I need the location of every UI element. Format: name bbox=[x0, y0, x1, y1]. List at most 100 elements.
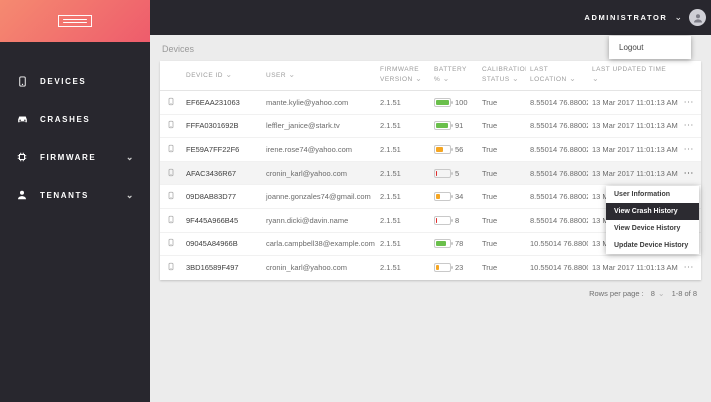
sidebar-item-label: FIRMWARE bbox=[40, 152, 97, 162]
battery-value: 34 bbox=[455, 192, 464, 202]
crashes-icon bbox=[15, 113, 29, 126]
sidebar-item-firmware[interactable]: FIRMWARE ⌄ bbox=[0, 138, 150, 176]
table-row[interactable]: EF6EAA231063 mante.kylie@yahoo.com 2.1.5… bbox=[160, 91, 701, 115]
row-actions-icon[interactable]: ⋯ bbox=[684, 120, 695, 131]
user-menu-button[interactable]: ADMINISTRATOR ⌄ bbox=[584, 9, 706, 26]
row-actions-icon[interactable]: ⋯ bbox=[684, 168, 695, 179]
rows-per-page-label: Rows per page : bbox=[589, 288, 644, 298]
table-row[interactable]: FFFA0301692B leffler_janice@stark.tv 2.1… bbox=[160, 115, 701, 139]
user-email: irene.rose74@yahoo.com bbox=[266, 144, 352, 154]
column-header-updated[interactable]: LAST UPDATED TIME ⌄ bbox=[588, 66, 678, 86]
table-header-row: DEVICE ID ⌄ USER ⌄ FIRMWARE VERSION ⌄ BA… bbox=[160, 61, 701, 91]
row-actions-icon[interactable]: ⋯ bbox=[684, 97, 695, 108]
device-id: EF6EAA231063 bbox=[186, 97, 240, 107]
firmware-version: 2.1.51 bbox=[380, 97, 401, 107]
logo-mark-icon bbox=[58, 15, 92, 27]
device-icon bbox=[167, 167, 175, 180]
devices-icon bbox=[15, 75, 29, 88]
tenants-icon bbox=[15, 189, 29, 201]
avatar[interactable] bbox=[689, 9, 706, 26]
user-email: cronin_karl@yahoo.com bbox=[266, 168, 347, 178]
sidebar-item-label: CRASHES bbox=[40, 114, 91, 124]
battery-value: 5 bbox=[455, 168, 460, 178]
context-menu-item-update-device-history[interactable]: Update Device History bbox=[606, 237, 699, 254]
battery-value: 91 bbox=[455, 121, 464, 131]
device-icon bbox=[167, 237, 175, 250]
context-menu-item-view-device-history[interactable]: View Device History bbox=[606, 220, 699, 237]
battery-icon bbox=[434, 121, 453, 131]
row-actions-icon[interactable]: ⋯ bbox=[684, 144, 695, 155]
calibration-status: True bbox=[482, 239, 498, 249]
column-header-location[interactable]: LAST LOCATION ⌄ bbox=[526, 66, 588, 86]
sidebar-item-label: DEVICES bbox=[40, 76, 87, 86]
pagination-range: 1-8 of 8 bbox=[671, 288, 697, 298]
calibration-status: True bbox=[482, 215, 498, 225]
rows-per-page-value: 8 bbox=[650, 288, 655, 298]
battery-value: 56 bbox=[455, 144, 464, 154]
rows-per-page-select[interactable]: 8 ⌄ bbox=[651, 289, 665, 298]
user-email: carla.campbell38@example.com bbox=[266, 239, 375, 249]
context-menu-item-view-crash-history[interactable]: View Crash History bbox=[606, 203, 699, 220]
battery-icon bbox=[434, 192, 453, 202]
sort-icon: ⌄ bbox=[442, 74, 450, 84]
device-id: FE59A7FF22F6 bbox=[186, 144, 240, 154]
device-id: 09045A84966B bbox=[186, 239, 238, 249]
user-email: joanne.gonzales74@gmail.com bbox=[266, 192, 371, 202]
user-email: leffler_janice@stark.tv bbox=[266, 121, 340, 131]
context-menu-item-user-information[interactable]: User Information bbox=[606, 186, 699, 203]
device-icon bbox=[167, 119, 175, 132]
sort-icon: ⌄ bbox=[225, 70, 233, 80]
battery-value: 78 bbox=[455, 239, 464, 249]
sidebar-nav: DEVICES CRASHES FIRMWARE ⌄ TENANTS ⌄ bbox=[0, 42, 150, 214]
last-location: 10.55014 76.88002 bbox=[530, 239, 588, 249]
column-header-battery[interactable]: BATTERY % ⌄ bbox=[430, 66, 478, 86]
firmware-icon bbox=[15, 151, 29, 163]
sidebar-item-crashes[interactable]: CRASHES bbox=[0, 100, 150, 138]
chevron-down-icon: ⌄ bbox=[674, 12, 682, 22]
last-location: 8.55014 76.88002 bbox=[530, 121, 588, 131]
column-header-user[interactable]: USER ⌄ bbox=[262, 70, 376, 81]
column-header-firmware[interactable]: FIRMWARE VERSION ⌄ bbox=[376, 66, 430, 86]
battery-value: 8 bbox=[455, 215, 460, 225]
device-id: 3BD16589F497 bbox=[186, 263, 239, 273]
last-updated-time: 13 Mar 2017 11:01:13 AM bbox=[592, 168, 678, 178]
last-updated-time: 13 Mar 2017 11:01:13 AM bbox=[592, 263, 678, 273]
sidebar-item-tenants[interactable]: TENANTS ⌄ bbox=[0, 176, 150, 214]
table-row[interactable]: FE59A7FF22F6 irene.rose74@yahoo.com 2.1.… bbox=[160, 138, 701, 162]
device-id: AFAC3436R67 bbox=[186, 168, 237, 178]
calibration-status: True bbox=[482, 263, 498, 273]
device-icon bbox=[167, 143, 175, 156]
calibration-status: True bbox=[482, 144, 498, 154]
last-location: 8.55014 76.88002 bbox=[530, 97, 588, 107]
battery-value: 100 bbox=[455, 97, 468, 107]
sidebar: DEVICES CRASHES FIRMWARE ⌄ TENANTS ⌄ bbox=[0, 0, 150, 402]
calibration-status: True bbox=[482, 192, 498, 202]
device-icon bbox=[167, 214, 175, 227]
app-logo bbox=[0, 0, 150, 42]
device-icon bbox=[167, 190, 175, 203]
column-header-device-id[interactable]: DEVICE ID ⌄ bbox=[182, 70, 262, 81]
pagination: Rows per page : 8 ⌄ 1-8 of 8 bbox=[150, 289, 697, 298]
battery-icon bbox=[434, 97, 453, 107]
firmware-version: 2.1.51 bbox=[380, 168, 401, 178]
firmware-version: 2.1.51 bbox=[380, 215, 401, 225]
logout-menu-item[interactable]: Logout bbox=[609, 36, 691, 59]
table-row[interactable]: 3BD16589F497 cronin_karl@yahoo.com 2.1.5… bbox=[160, 256, 701, 280]
row-actions-icon[interactable]: ⋯ bbox=[684, 262, 695, 273]
user-name-label: ADMINISTRATOR bbox=[584, 13, 668, 22]
firmware-version: 2.1.51 bbox=[380, 121, 401, 131]
user-email: ryann.dicki@davin.name bbox=[266, 215, 349, 225]
user-dropdown-menu: Logout bbox=[609, 36, 691, 59]
chevron-down-icon: ⌄ bbox=[125, 189, 135, 200]
device-icon bbox=[167, 261, 175, 274]
last-location: 10.55014 76.88002 bbox=[530, 263, 588, 273]
sort-icon: ⌄ bbox=[415, 74, 423, 84]
last-location: 8.55014 76.88002 bbox=[530, 144, 588, 154]
firmware-version: 2.1.51 bbox=[380, 263, 401, 273]
column-header-calibration[interactable]: CALIBRATION STATUS ⌄ bbox=[478, 66, 526, 86]
sidebar-item-devices[interactable]: DEVICES bbox=[0, 62, 150, 100]
chevron-down-icon: ⌄ bbox=[657, 288, 665, 298]
table-row-selected[interactable]: AFAC3436R67 cronin_karl@yahoo.com 2.1.51… bbox=[160, 161, 701, 186]
last-location: 8.55014 76.88002 bbox=[530, 168, 588, 178]
last-location: 8.55014 76.88002 bbox=[530, 192, 588, 202]
